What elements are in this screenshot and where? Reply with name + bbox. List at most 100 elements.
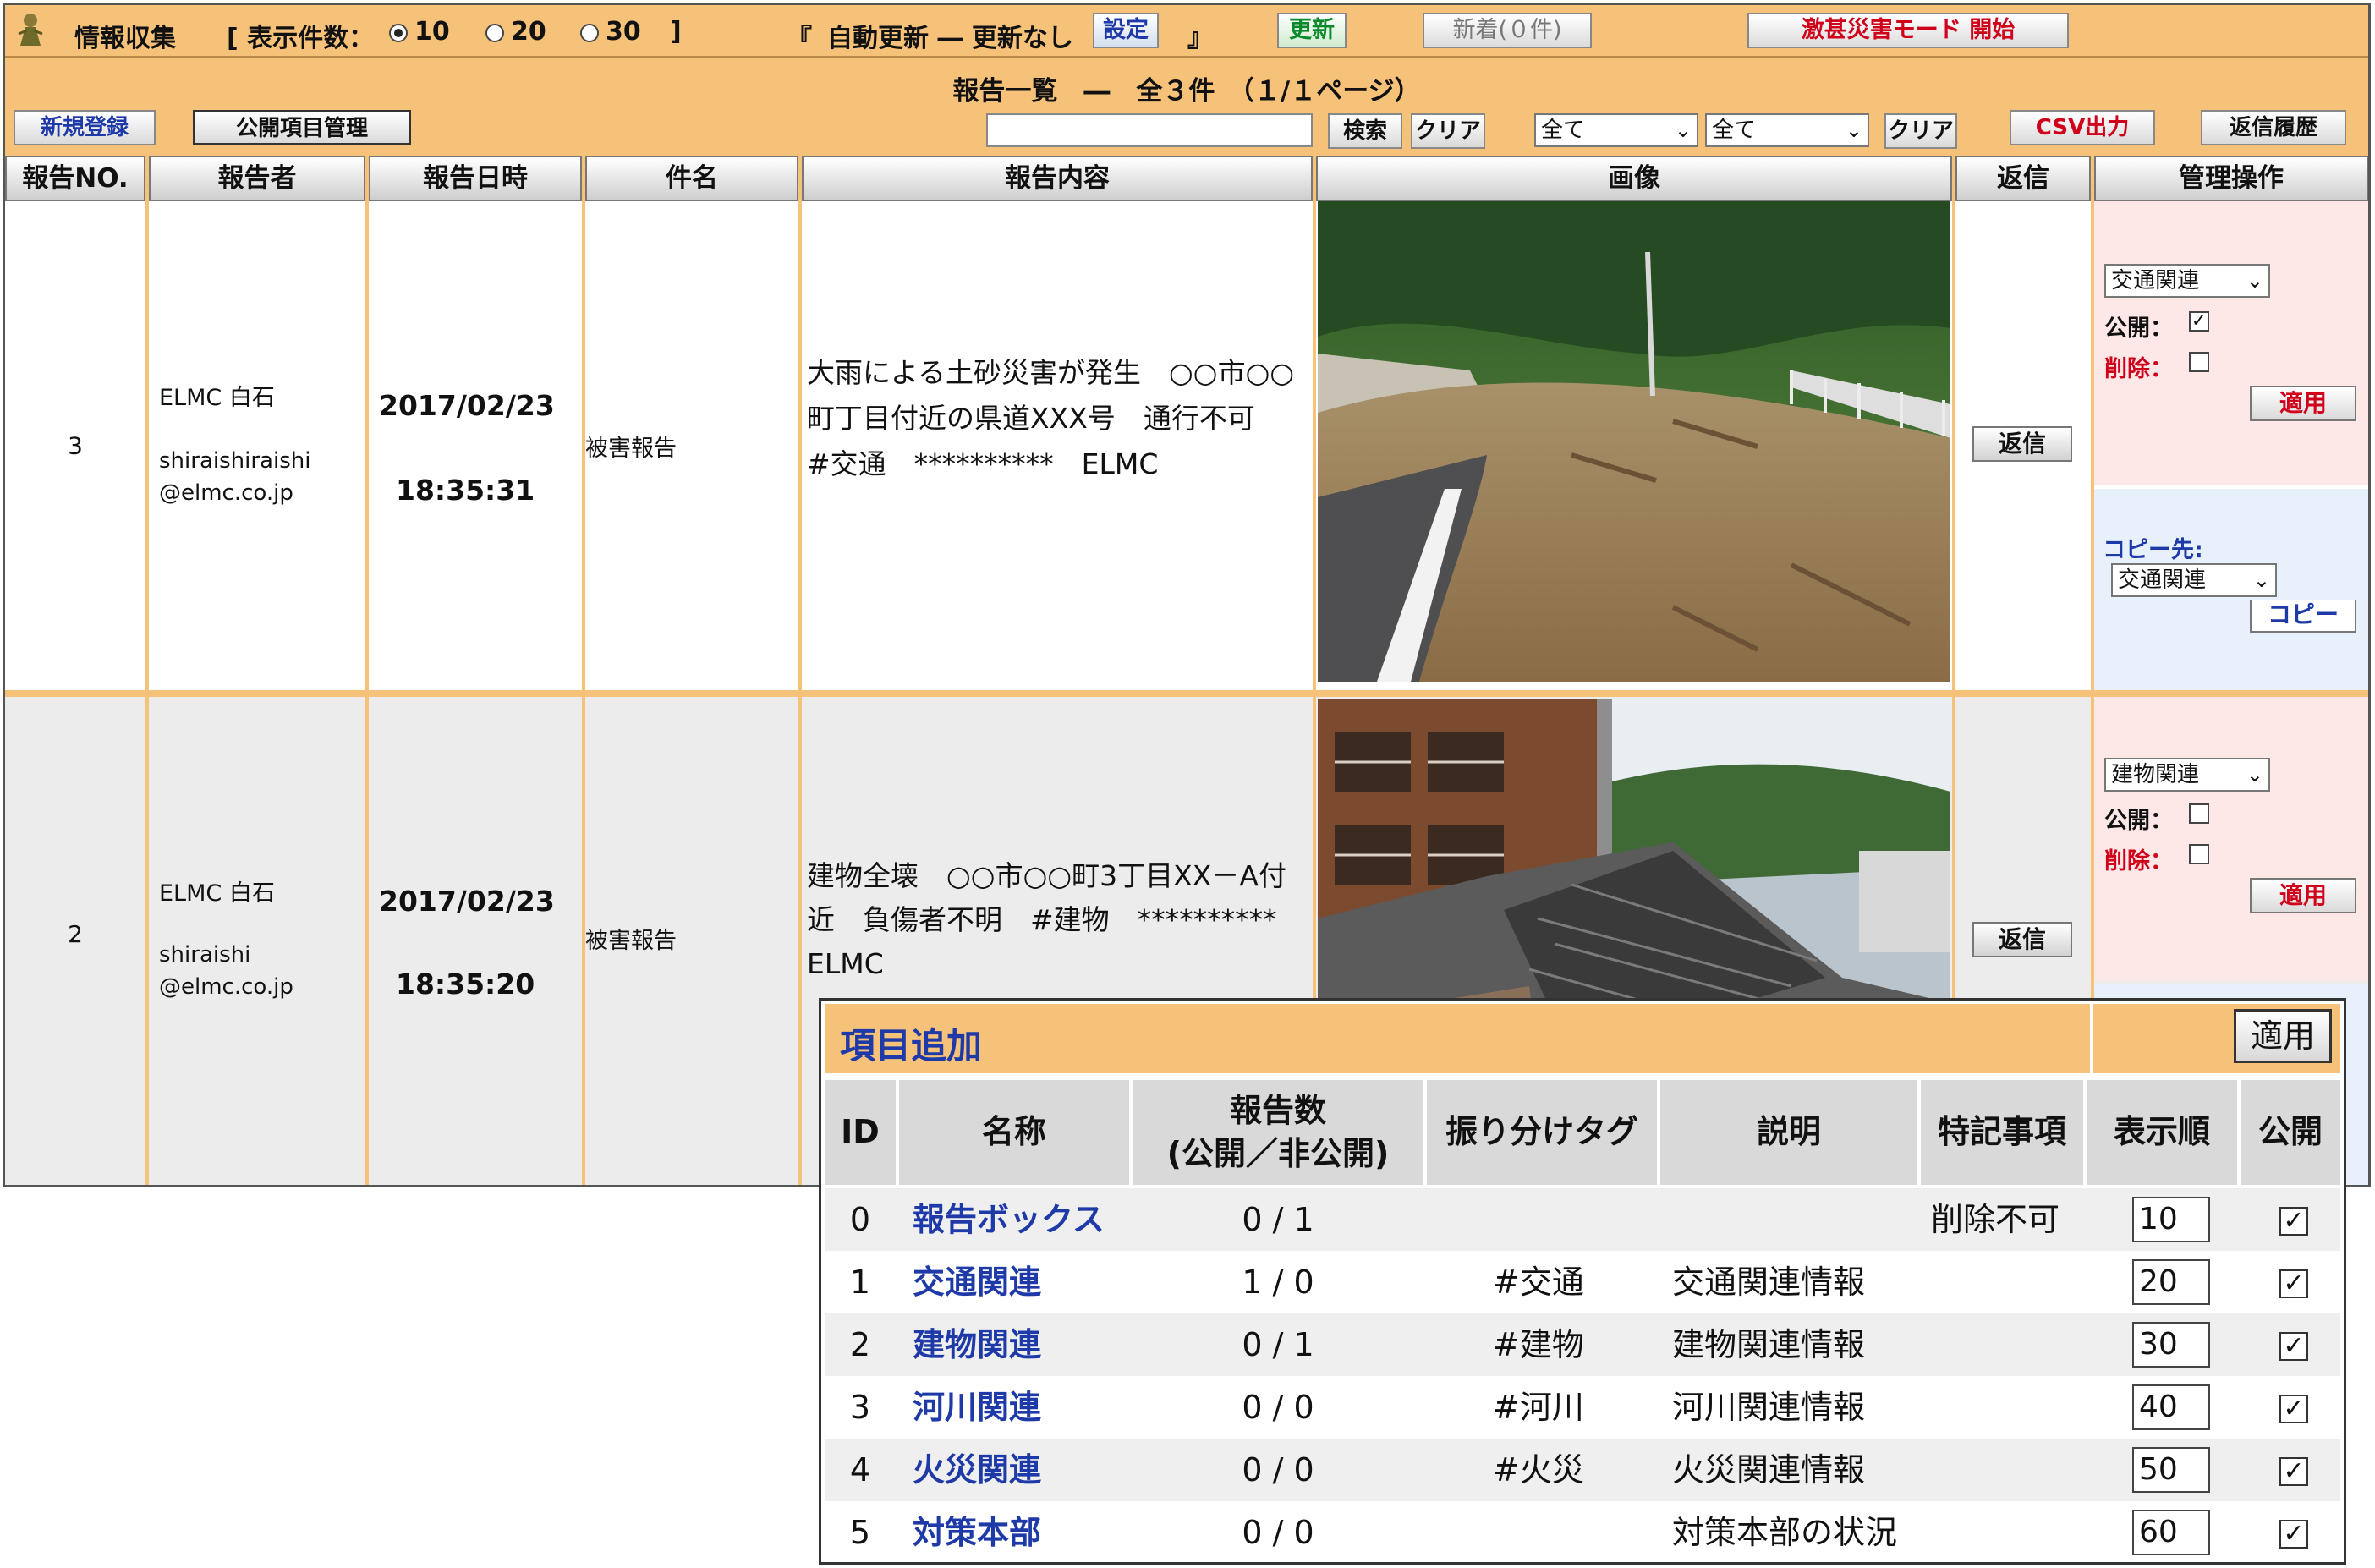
reporter-email: shiraishi	[159, 942, 251, 968]
col-tag: 振り分けタグ	[1427, 1080, 1657, 1185]
add-item-dialog: 項目追加 適用 ID 名称 報告数 (公開／非公開) 振り分けタグ 説明 特記事…	[819, 998, 2346, 1565]
public-checkbox[interactable]: ✓	[2279, 1207, 2308, 1236]
public-checkbox[interactable]: ✓	[2279, 1332, 2308, 1361]
order-input[interactable]: 30	[2132, 1322, 2210, 1368]
delete-checkbox[interactable]	[2189, 844, 2209, 864]
order-input[interactable]: 60	[2132, 1510, 2210, 1555]
report-date: 2017/02/23	[379, 885, 555, 918]
header-management: 管理操作	[2094, 156, 2368, 201]
col-report-count-line1: 報告数	[1229, 1091, 1326, 1129]
list-item: 3 河川関連 0 / 0 #河川 河川関連情報 40 ✓	[825, 1376, 2340, 1439]
refresh-button[interactable]: 更新	[1277, 13, 1347, 48]
disaster-mode-button[interactable]: 激甚災害モード 開始	[1747, 13, 2069, 48]
new-register-button[interactable]: 新規登録	[14, 110, 156, 145]
public-checkbox[interactable]: ✓	[2279, 1395, 2308, 1423]
filter-select-2[interactable]: 全て ⌄	[1705, 113, 1869, 147]
order-input[interactable]: 40	[2132, 1384, 2210, 1430]
filter-select-1[interactable]: 全て ⌄	[1534, 113, 1698, 147]
search-button[interactable]: 検索	[1328, 113, 1402, 149]
app-logo-icon	[15, 12, 46, 56]
display-option-30[interactable]: 30	[580, 17, 641, 47]
item-id: 1	[849, 1264, 871, 1301]
search-input[interactable]	[986, 113, 1313, 147]
item-tag: #河川	[1493, 1389, 1584, 1426]
auto-update-close: 』	[1188, 24, 1213, 53]
order-input[interactable]: 50	[2132, 1447, 2210, 1493]
clear-button[interactable]: クリア	[1411, 113, 1485, 149]
copy-category-select[interactable]: 交通関連 ⌄	[2111, 563, 2277, 597]
public-items-button[interactable]: 公開項目管理	[193, 110, 411, 145]
item-count: 1 / 0	[1242, 1264, 1314, 1301]
reply-button[interactable]: 返信	[1972, 922, 2072, 957]
public-checkbox[interactable]: ✓	[2189, 311, 2209, 332]
item-name-link[interactable]: 交通関連	[913, 1251, 1041, 1313]
order-input[interactable]: 20	[2132, 1259, 2210, 1305]
item-count: 0 / 1	[1242, 1201, 1314, 1238]
reporter-name: ELMC 白石	[159, 880, 275, 907]
table-header: 報告NO. 報告者 報告日時 件名 報告内容 画像 返信 管理操作	[5, 156, 2368, 201]
item-name-link[interactable]: 火災関連	[913, 1439, 1041, 1501]
public-label: 公開：	[2104, 315, 2173, 342]
reply-history-button[interactable]: 返信履歴	[2201, 110, 2346, 145]
category-select[interactable]: 建物関連 ⌄	[2104, 758, 2270, 792]
header-reporter: 報告者	[149, 156, 365, 201]
public-checkbox[interactable]: ✓	[2279, 1520, 2308, 1549]
report-content: 大雨による土砂災害が発生 ○○市○○町丁目付近の県道XXX号 通行不可 #交通 …	[807, 356, 1295, 480]
header-subject: 件名	[585, 156, 798, 201]
header-reply: 返信	[1955, 156, 2091, 201]
item-name-link[interactable]: 報告ボックス	[913, 1188, 1105, 1251]
display-option-10[interactable]: 10	[389, 17, 450, 47]
display-option-20[interactable]: 20	[485, 17, 546, 47]
item-name-link[interactable]: 建物関連	[913, 1313, 1041, 1376]
landslide-photo[interactable]	[1318, 201, 1950, 682]
copy-to-label: コピー先:	[2103, 537, 2203, 563]
public-label: 公開：	[2104, 808, 2173, 834]
public-checkbox[interactable]: ✓	[2279, 1457, 2308, 1486]
app-title: 情報収集	[74, 24, 176, 53]
csv-export-button[interactable]: CSV出力	[2010, 110, 2155, 145]
item-description: 対策本部の状況	[1672, 1514, 1898, 1551]
report-subject: 被害報告	[585, 928, 677, 954]
reporter-cell: ELMC 白石 shiraishi @elmc.co.jp	[149, 697, 369, 1185]
item-name-link[interactable]: 河川関連	[913, 1376, 1041, 1439]
new-arrivals-button[interactable]: 新着(０件)	[1423, 13, 1592, 48]
header-divider	[2090, 1004, 2093, 1073]
reporter-name: ELMC 白石	[159, 385, 275, 411]
list-item: 4 火災関連 0 / 0 #火災 火災関連情報 50 ✓	[825, 1439, 2340, 1501]
order-input[interactable]: 10	[2132, 1197, 2210, 1242]
public-checkbox[interactable]	[2189, 803, 2209, 824]
public-checkbox[interactable]: ✓	[2279, 1269, 2308, 1298]
image-cell	[1316, 201, 1955, 690]
display-count-close: ]	[670, 17, 682, 47]
item-id: 3	[849, 1389, 871, 1426]
item-tag: #火災	[1493, 1451, 1584, 1489]
report-no: 2	[68, 920, 83, 948]
col-description: 説明	[1660, 1080, 1917, 1185]
settings-button[interactable]: 設定	[1093, 13, 1159, 48]
content-cell: 大雨による土砂災害が発生 ○○市○○町丁目付近の県道XXX号 通行不可 #交通 …	[802, 201, 1316, 690]
item-count: 0 / 0	[1242, 1514, 1314, 1551]
subject-cell: 被害報告	[585, 201, 802, 690]
apply-button[interactable]: 適用	[2250, 386, 2356, 421]
chevron-down-icon: ⌄	[2252, 568, 2270, 592]
display-count-label: [ 表示件数：	[227, 24, 375, 53]
management-cell: 交通関連 ⌄ 公開： ✓ 削除： 適用 コピー先: 交通関連 ⌄ コピー	[2094, 201, 2368, 690]
chevron-down-icon: ⌄	[2246, 269, 2263, 293]
chevron-down-icon: ⌄	[2246, 763, 2263, 787]
item-tag: #交通	[1493, 1264, 1584, 1301]
copy-button[interactable]: コピー	[2250, 600, 2356, 633]
dialog-apply-button[interactable]: 適用	[2234, 1009, 2332, 1063]
top-bar: 情報収集 [ 表示件数： 10 20 30 ] 『 自動更新 ― 更新なし 設定…	[5, 5, 2368, 58]
item-name-link[interactable]: 対策本部	[913, 1501, 1041, 1564]
category-select[interactable]: 交通関連 ⌄	[2104, 264, 2270, 298]
date-cell: 2017/02/23 18:35:31	[369, 201, 585, 690]
list-item: 2 建物関連 0 / 1 #建物 建物関連情報 30 ✓	[825, 1313, 2340, 1376]
auto-update-open: 『	[787, 24, 812, 53]
apply-button[interactable]: 適用	[2250, 878, 2356, 913]
delete-checkbox[interactable]	[2189, 352, 2209, 372]
item-description: 河川関連情報	[1672, 1389, 1866, 1426]
clear-filter-button[interactable]: クリア	[1884, 113, 1957, 149]
delete-label: 削除：	[2104, 356, 2173, 382]
reply-button[interactable]: 返信	[1972, 426, 2072, 462]
reporter-email-domain: @elmc.co.jp	[159, 974, 293, 1000]
